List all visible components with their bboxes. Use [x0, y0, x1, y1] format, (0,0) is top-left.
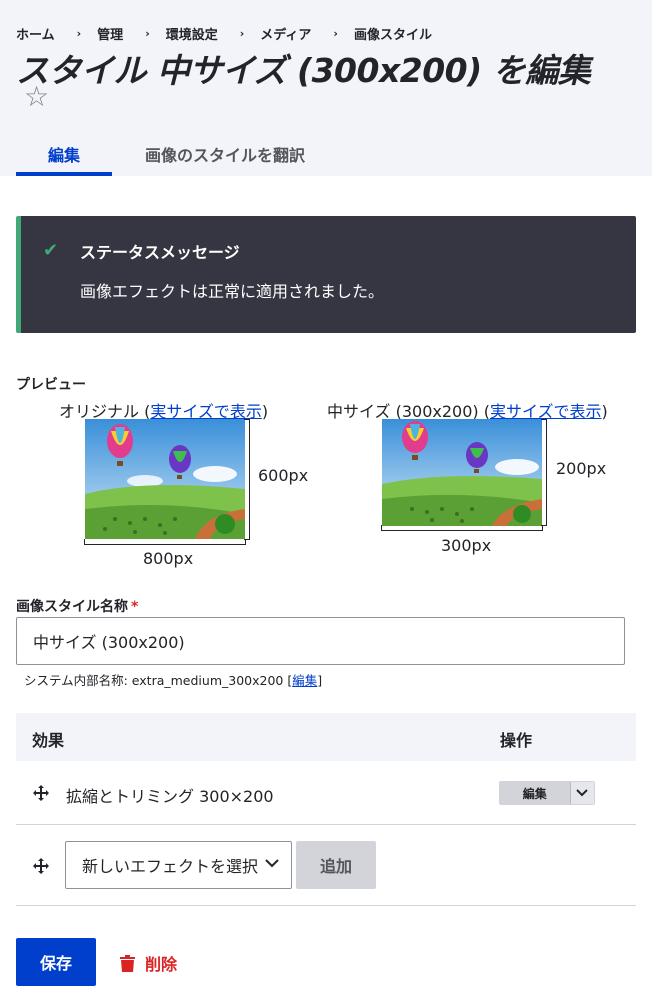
machine-name-edit-link[interactable]: 編集 [292, 673, 317, 688]
delete-link[interactable]: 削除 [120, 951, 177, 975]
tab-translate[interactable]: 画像のスタイルを翻訳 [132, 132, 318, 176]
breadcrumb: ホーム › 管理 › 環境設定 › メディア › 画像スタイル [16, 24, 432, 43]
effect-column-header: 効果 [32, 731, 65, 750]
star-icon[interactable]: ☆ [24, 83, 49, 111]
required-marker: * [131, 599, 139, 615]
table-row: 新しいエフェクトを選択 追加 [16, 825, 636, 906]
original-height-label: 600px [258, 466, 309, 485]
new-effect-select-value: 新しいエフェクトを選択 [82, 857, 259, 876]
effect-operations-dropbutton: 編集 [499, 781, 595, 805]
preview-label: プレビュー [16, 377, 86, 393]
height-dimension-line [541, 419, 547, 526]
caption-text: ) [601, 402, 608, 421]
breadcrumb-separator-icon: › [76, 27, 82, 40]
new-effect-select[interactable]: 新しいエフェクトを選択 [65, 841, 292, 889]
drag-handle-icon[interactable] [32, 784, 50, 802]
breadcrumb-separator-icon: › [333, 27, 338, 40]
effect-edit-button[interactable]: 編集 [500, 782, 571, 804]
style-name-input[interactable] [16, 617, 625, 665]
breadcrumb-admin[interactable]: 管理 [97, 24, 123, 43]
breadcrumb-config[interactable]: 環境設定 [166, 24, 218, 43]
derivative-height-label: 200px [556, 459, 607, 478]
machine-name-text: システム内部名称: extra_medium_300x200 [ [24, 673, 293, 688]
effects-table-header: 効果 操作 [16, 713, 636, 761]
breadcrumb-media[interactable]: メディア [260, 24, 311, 43]
derivative-width-label: 300px [441, 536, 492, 555]
page-title: スタイル 中サイズ (300x200) を編集 [16, 51, 591, 90]
save-button[interactable]: 保存 [16, 938, 96, 986]
trash-icon [120, 954, 135, 972]
caption-text: ) [261, 402, 269, 421]
preview-original-image[interactable] [85, 419, 245, 539]
height-dimension-line [244, 419, 250, 540]
table-row: 拡縮とトリミング 300×200 編集 [16, 761, 636, 825]
machine-name: システム内部名称: extra_medium_300x200 [編集] [24, 670, 322, 689]
breadcrumb-image-styles[interactable]: 画像スタイル [354, 24, 432, 43]
delete-label: 削除 [145, 955, 178, 974]
status-message-text: 画像エフェクトは正常に適用されました。 [80, 282, 385, 301]
drag-handle-icon[interactable] [32, 857, 50, 875]
page-header: ホーム › 管理 › 環境設定 › メディア › 画像スタイル スタイル 中サイ… [0, 0, 652, 176]
chevron-down-icon [265, 859, 279, 868]
add-effect-button[interactable]: 追加 [296, 841, 376, 889]
machine-name-suffix: ] [317, 673, 323, 688]
width-dimension-line [84, 539, 246, 545]
preview-derivative-image[interactable] [382, 419, 542, 526]
breadcrumb-separator-icon: › [239, 27, 245, 40]
check-icon: ✔ [43, 240, 59, 261]
chevron-down-icon[interactable] [570, 782, 594, 804]
status-message-title: ステータスメッセージ [80, 243, 240, 262]
width-dimension-line [381, 525, 543, 531]
status-message: ✔ ステータスメッセージ 画像エフェクトは正常に適用されました。 [16, 216, 636, 333]
effect-name: 拡縮とトリミング 300×200 [66, 787, 274, 806]
style-name-label-text: 画像スタイル名称 [16, 599, 128, 615]
operation-column-header: 操作 [500, 731, 533, 750]
tab-edit[interactable]: 編集 [16, 132, 112, 176]
style-name-label: 画像スタイル名称 * [16, 596, 138, 616]
original-width-label: 800px [143, 549, 194, 568]
breadcrumb-separator-icon: › [145, 27, 150, 40]
breadcrumb-home[interactable]: ホーム [16, 24, 55, 43]
